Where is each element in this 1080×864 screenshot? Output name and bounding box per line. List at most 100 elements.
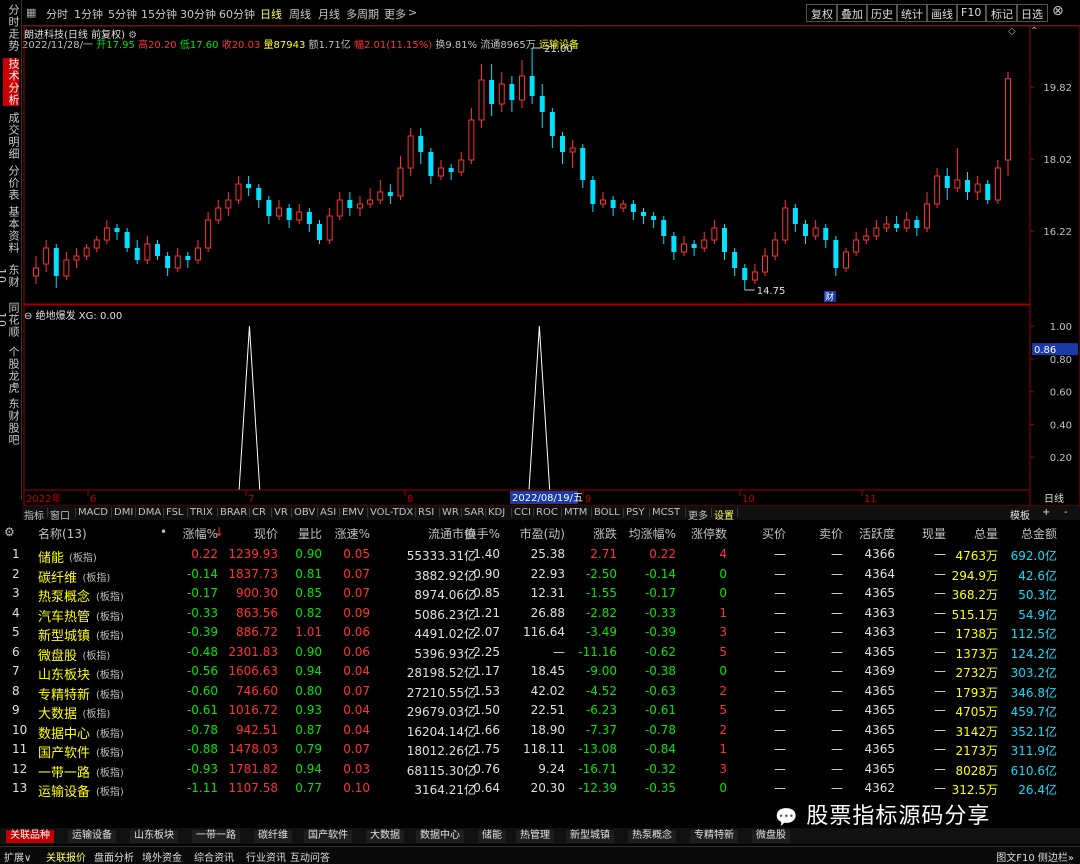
indicator-tab-18[interactable]: CCI — [514, 507, 531, 518]
column-header-8[interactable]: 涨跌 — [593, 525, 617, 542]
row-cell-15: 4365 — [864, 761, 895, 776]
indicator-tab-4[interactable]: DMA — [138, 507, 161, 518]
bottom-tab-13[interactable]: 微盘股 — [752, 830, 790, 843]
bottom-tab-4[interactable]: 碳纤维 — [254, 830, 292, 843]
column-header-11[interactable]: 买价 — [762, 525, 786, 542]
bottom-tab-12[interactable]: 专精特新 — [690, 830, 738, 843]
template-button[interactable]: 模板 — [1010, 507, 1030, 522]
column-header-3[interactable]: 量比 — [298, 525, 322, 542]
column-header-14[interactable]: 现量 — [922, 525, 946, 542]
table-row[interactable]: 12 一带一路 (板指) -0.93 1781.82 0.94 0.03 68115.30亿 0… — [0, 760, 1080, 781]
bottom-tab-8[interactable]: 储能 — [478, 830, 506, 843]
status-right-links[interactable]: 图文F10 侧边栏» — [996, 849, 1074, 864]
column-header-16[interactable]: 总金额 — [1021, 525, 1057, 542]
column-header-4[interactable]: 涨速% — [335, 525, 370, 542]
table-settings-icon[interactable]: ⚙ — [4, 525, 15, 539]
indicator-tab-divider: | — [270, 507, 274, 518]
column-header-0[interactable]: 名称(13) — [38, 525, 87, 542]
column-header-12[interactable]: 卖价 — [819, 525, 843, 542]
table-row[interactable]: 11 国产软件 (板指) -0.88 1478.03 0.79 0.07 18012.26亿 1… — [0, 740, 1080, 761]
status-item-0[interactable]: 扩展∨ — [4, 849, 31, 864]
add-indicator-button[interactable]: + — [1042, 507, 1050, 518]
column-header-13[interactable]: 活跃度 — [859, 525, 895, 542]
bottom-tab-10[interactable]: 新型城镇 — [566, 830, 614, 843]
column-header-1[interactable]: 涨幅% — [183, 525, 218, 542]
bottom-tab-9[interactable]: 热管理 — [516, 830, 554, 843]
indicator-collapse-icon[interactable]: ⊖ — [24, 311, 32, 322]
row-cell-12: 0 — [719, 664, 727, 678]
indicator-tab-9[interactable]: VR — [274, 507, 288, 518]
table-row[interactable]: 7 山东板块 (板指) -0.56 1606.63 0.94 0.04 28198.52亿 1.… — [0, 662, 1080, 683]
row-index: 3 — [12, 586, 20, 600]
bottom-tab-7[interactable]: 数据中心 — [416, 830, 464, 843]
indicator-tab-19[interactable]: ROC — [536, 507, 558, 518]
bottom-tab-2[interactable]: 山东板块 — [130, 830, 178, 843]
row-cell-7: 29679.03亿 — [406, 705, 476, 719]
indicator-tab-24[interactable]: 更多 — [688, 507, 708, 522]
indicator-tab-6[interactable]: TRIX — [190, 507, 213, 518]
status-item-1[interactable]: 关联报价 — [46, 849, 86, 864]
column-header-2[interactable]: 现价 — [254, 525, 278, 542]
table-row[interactable]: 9 大数据 (板指) -0.61 1016.72 0.93 0.04 29679.03亿 1.5… — [0, 701, 1080, 722]
bottom-tab-5[interactable]: 国产软件 — [304, 830, 352, 843]
chart-area[interactable]: 19.82 18.02 16.22 21.00 14.75 财 1.00 0.80 0.60 0… — [0, 0, 1080, 506]
column-header-6[interactable]: 换手% — [465, 525, 500, 542]
indicator-tab-1[interactable]: 窗口 — [50, 507, 70, 522]
indicator-tab-21[interactable]: BOLL — [594, 507, 620, 518]
sort-desc-icon[interactable]: ↓ — [214, 525, 224, 539]
row-cell-10: -3.49 — [585, 625, 617, 639]
indicator-tab-22[interactable]: PSY — [626, 507, 645, 518]
row-cell-3: -0.60 — [186, 683, 218, 698]
row-sector-name: 一带一路 — [38, 765, 91, 781]
row-cell-6: 0.04 — [343, 722, 370, 737]
indicator-tab-12[interactable]: EMV — [342, 507, 364, 518]
indicator-tab-8[interactable]: CR — [252, 507, 266, 518]
bottom-tab-3[interactable]: 一带一路 — [192, 830, 240, 843]
column-header-7[interactable]: 市盈(动) — [520, 525, 565, 542]
indicator-tab-15[interactable]: WR — [442, 507, 459, 518]
table-row[interactable]: 6 微盘股 (板指) -0.48 2301.83 0.90 0.06 5396.93亿 2.25… — [0, 643, 1080, 664]
table-row[interactable]: 2 碳纤维 (板指) -0.14 1837.73 0.81 0.07 3882.92亿 0.90… — [0, 565, 1080, 586]
column-header-10[interactable]: 涨停数 — [691, 525, 727, 542]
candle-body-up — [994, 167, 1001, 201]
indicator-tab-17[interactable]: KDJ — [488, 507, 505, 518]
status-item-3[interactable]: 境外资金 — [142, 849, 182, 864]
remove-indicator-button[interactable]: - — [1064, 507, 1068, 518]
table-row[interactable]: 5 新型城镇 (板指) -0.39 886.72 1.01 0.06 4491.02亿 2.07… — [0, 623, 1080, 644]
table-row[interactable]: 4 汽车热管 (板指) -0.33 863.56 0.82 0.09 5086.23亿 1.21… — [0, 604, 1080, 625]
row-index: 10 — [12, 722, 28, 737]
row-sector-name: 热泵概念 — [38, 590, 91, 605]
row-cell-14: — — [831, 781, 843, 795]
table-row[interactable]: 10 数据中心 (板指) -0.78 942.51 0.87 0.04 16204.14亿 1.… — [0, 721, 1080, 742]
status-item-2[interactable]: 盘面分析 — [94, 849, 134, 864]
bottom-tab-11[interactable]: 热泵概念 — [628, 830, 676, 843]
status-item-6[interactable]: 互动问答 — [290, 849, 330, 864]
indicator-tab-5[interactable]: FSL — [166, 507, 184, 518]
indicator-tab-0[interactable]: 指标 — [24, 507, 44, 522]
table-row[interactable]: 3 热泵概念 (板指) -0.17 900.30 0.85 0.07 8974.06亿 0.85… — [0, 584, 1080, 605]
indicator-tab-2[interactable]: MACD — [78, 507, 108, 518]
indicator-tab-25[interactable]: 设置 — [714, 507, 734, 522]
indicator-tab-16[interactable]: SAR — [464, 507, 484, 518]
table-row[interactable]: 8 专精特新 (板指) -0.60 746.60 0.80 0.07 27210.55亿 1.5… — [0, 682, 1080, 703]
bottom-tab-0[interactable]: 关联品种 — [6, 830, 54, 843]
indicator-tab-14[interactable]: RSI — [418, 507, 434, 518]
indicator-tab-7[interactable]: BRAR — [220, 507, 247, 518]
row-cell-15: 4362 — [864, 781, 895, 795]
table-row[interactable]: 1 储能 (板指) 0.22 1239.93 0.90 0.05 55333.31亿 1.40 2… — [0, 545, 1080, 566]
candle-body-down — [266, 200, 272, 216]
indicator-tab-10[interactable]: OBV — [294, 507, 315, 518]
indicator-tab-20[interactable]: MTM — [564, 507, 587, 518]
status-item-4[interactable]: 综合资讯 — [194, 849, 234, 864]
table-row[interactable]: 13 运输设备 (板指) -1.11 1107.58 0.77 0.10 3164.21亿 0.… — [0, 779, 1080, 800]
bottom-tab-1[interactable]: 运输设备 — [68, 830, 116, 843]
indicator-tab-23[interactable]: MCST — [652, 507, 680, 518]
row-cell-11: -0.84 — [644, 742, 676, 756]
indicator-tab-11[interactable]: ASI — [320, 507, 336, 518]
indicator-tab-13[interactable]: VOL-TDX — [370, 507, 413, 518]
column-header-9[interactable]: 均涨幅% — [629, 525, 676, 542]
indicator-tab-3[interactable]: DMI — [114, 507, 133, 518]
bottom-tab-6[interactable]: 大数据 — [366, 830, 404, 843]
status-item-5[interactable]: 行业资讯 — [246, 849, 286, 864]
column-header-15[interactable]: 总量 — [974, 525, 998, 542]
